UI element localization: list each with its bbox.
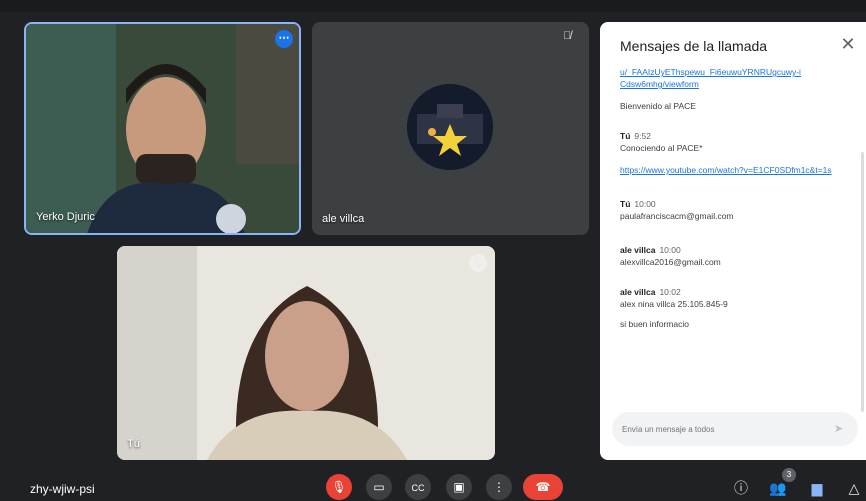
participant-tile-yerko[interactable]: ⋯ Yerko Djuric: [24, 22, 301, 235]
send-icon[interactable]: ➤: [834, 422, 848, 436]
message-sender: ale villca: [620, 287, 656, 297]
message-text: Conociendo al PACE*: [620, 143, 703, 153]
chat-messages: u/_FAAIzUyEThspewu_Fi6euwuYRNRUgcuwy-i C…: [620, 66, 852, 410]
chat-message: ale villca 10:00 alexvillca2016@gmail.com: [620, 244, 852, 268]
chat-message: u/_FAAIzUyEThspewu_Fi6euwuYRNRUgcuwy-i C…: [620, 66, 852, 112]
call-end-icon: ☎: [535, 480, 551, 494]
video-feed-yerko: [26, 24, 299, 233]
chat-message: Tú 9:52 Conociendo al PACE* https://www.y…: [620, 130, 852, 176]
participant-name: ale villca: [322, 213, 365, 225]
message-time: 9:52: [634, 131, 651, 141]
message-text: paulafranciscacm@gmail.com: [620, 211, 734, 221]
top-strip: [0, 0, 866, 12]
camera-toggle-button[interactable]: ▭: [366, 474, 392, 500]
avatar: [407, 84, 493, 170]
message-sender: Tú: [620, 199, 631, 209]
more-options-icon[interactable]: ⋯: [275, 30, 293, 48]
present-button[interactable]: ▣: [446, 474, 472, 500]
participant-tile-self[interactable]: 🎙 Tú: [117, 246, 495, 460]
message-link[interactable]: https://www.youtube.com/watch?v=E1CF0SDf…: [620, 164, 852, 176]
message-text: alex nina villca 25.105.845-9: [620, 299, 728, 309]
more-options-button[interactable]: ⋮: [486, 474, 512, 500]
message-sender: ale villca: [620, 245, 656, 255]
close-icon[interactable]: ✕: [838, 34, 858, 55]
more-vert-icon: ⋮: [493, 480, 505, 494]
message-time: 10:00: [659, 245, 681, 255]
participant-name: Tú: [127, 438, 140, 450]
chat-message: Tú 10:00 paulafranciscacm@gmail.com: [620, 198, 852, 222]
video-feed-self: [117, 246, 495, 460]
chat-title: Mensajes de la llamada: [620, 38, 768, 54]
message-sender: Tú: [620, 131, 631, 141]
chat-panel: Mensajes de la llamada ✕ u/_FAAIzUyEThsp…: [600, 22, 866, 460]
message-time: 10:00: [634, 199, 656, 209]
message-time: 10:02: [659, 287, 681, 297]
chat-icon[interactable]: ▆: [807, 478, 827, 498]
mic-off-icon: 🎙: [469, 254, 487, 272]
message-text: si buen informacio: [620, 319, 689, 329]
people-count-badge: 3: [782, 468, 796, 482]
captions-icon: CC: [411, 483, 425, 493]
present-icon: ▣: [453, 480, 465, 494]
captions-button[interactable]: CC: [405, 474, 431, 500]
chat-input[interactable]: [612, 412, 822, 446]
participant-tile-ale[interactable]: 🎙̸ ale villca: [312, 22, 589, 235]
message-text: alexvillca2016@gmail.com: [620, 257, 721, 267]
camera-icon: ▭: [373, 480, 385, 494]
activities-icon[interactable]: △: [844, 478, 864, 498]
chat-message: ale villca 10:02 alex nina villca 25.105.…: [620, 286, 852, 330]
mic-off-icon: 🎙: [331, 480, 347, 494]
meeting-code: zhy-wjiw-psi: [30, 482, 95, 496]
info-icon[interactable]: ⓘ: [731, 478, 751, 498]
chat-scrollbar[interactable]: [861, 152, 864, 412]
message-link[interactable]: u/_FAAIzUyEThspewu_Fi6euwuYRNRUgcuwy-i C…: [620, 66, 852, 90]
chat-input-box[interactable]: ➤: [612, 412, 858, 446]
message-text: Bienvenido al PACE: [620, 101, 696, 111]
leave-call-button[interactable]: ☎: [523, 474, 563, 500]
mic-off-icon: 🎙̸: [563, 30, 572, 42]
participant-name: Yerko Djuric: [36, 211, 95, 223]
mic-toggle-button[interactable]: 🎙: [326, 474, 352, 500]
